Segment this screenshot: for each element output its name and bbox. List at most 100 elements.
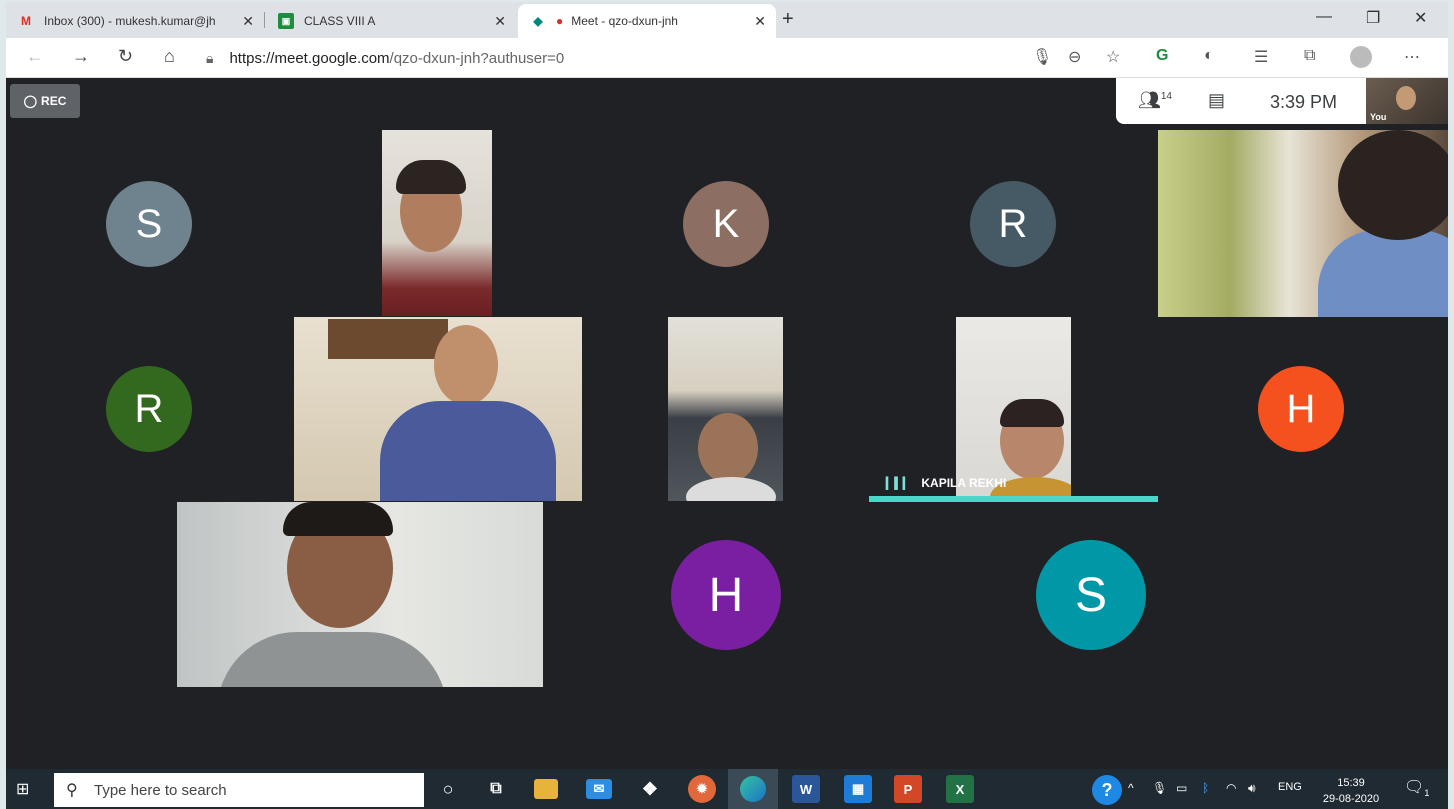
people-icon: 👥︎: [1138, 90, 1161, 110]
participant-video[interactable]: [1158, 130, 1448, 317]
lock-icon: 🔒︎: [206, 49, 214, 66]
participant-video[interactable]: [294, 317, 582, 501]
mic-tray-icon[interactable]: 🎙︎: [1152, 781, 1167, 795]
participant-avatar[interactable]: R: [970, 181, 1056, 267]
word-icon[interactable]: W: [792, 775, 820, 803]
notification-icon[interactable]: 🗨︎1: [1404, 777, 1429, 798]
participant-hair: [283, 502, 393, 536]
close-icon[interactable]: ✕: [494, 13, 506, 30]
browser-window: M Inbox (300) - mukesh.kumar@jh ✕ ▣ CLAS…: [6, 2, 1448, 809]
participant-face: [698, 413, 758, 483]
meet-top-bar: 👥︎14 ▤ 3:39 PM: [1116, 78, 1366, 124]
participant-video[interactable]: [382, 130, 492, 316]
record-icon: ◯: [23, 94, 38, 108]
participant-head: [1338, 130, 1448, 240]
clock-time: 15:39: [1337, 777, 1365, 789]
url-domain: https://meet.google.com: [229, 49, 390, 67]
mail-icon[interactable]: ✉: [586, 779, 612, 799]
restore-icon[interactable]: ❐: [1366, 8, 1380, 28]
windows-start-icon[interactable]: ⊞: [16, 779, 36, 799]
self-view-video[interactable]: You: [1366, 78, 1448, 124]
profile-avatar[interactable]: [1350, 46, 1372, 68]
participant-avatar[interactable]: H: [671, 540, 781, 650]
recording-badge: ◯ REC: [10, 84, 80, 118]
participant-shirt: [380, 401, 556, 501]
active-speaker-bar: [869, 496, 1158, 502]
calendar-icon[interactable]: ▦: [844, 775, 872, 803]
address-bar[interactable]: 🔒︎ https://meet.google.com /qzo-dxun-jnh…: [206, 44, 1126, 72]
chat-icon[interactable]: ▤: [1208, 90, 1225, 111]
forward-icon[interactable]: →: [72, 46, 90, 67]
participant-hair: [396, 160, 466, 194]
taskbar-search-box[interactable]: ⚲ Type here to search: [54, 773, 424, 807]
taskbar-clock[interactable]: 15:39 29-08-2020: [1316, 775, 1386, 807]
grammarly-icon[interactable]: G: [1156, 47, 1168, 65]
recording-dot-icon: ●: [556, 14, 564, 28]
file-explorer-icon[interactable]: [534, 779, 558, 799]
home-icon[interactable]: ⌂: [164, 46, 175, 67]
tab-classroom[interactable]: ▣ CLASS VIII A ✕: [266, 4, 516, 38]
favorite-icon[interactable]: ☆: [1106, 47, 1120, 67]
gmail-icon: M: [21, 14, 31, 28]
participant-face: [434, 325, 498, 405]
participant-video[interactable]: [177, 502, 543, 687]
back-icon[interactable]: ←: [26, 46, 44, 67]
dropbox-icon[interactable]: ❖: [636, 775, 664, 803]
new-tab-icon[interactable]: +: [782, 8, 794, 31]
participant-avatar[interactable]: K: [683, 181, 769, 267]
refresh-icon[interactable]: ↻: [118, 46, 133, 67]
task-view-icon[interactable]: ⧉: [482, 775, 510, 803]
recording-label: REC: [41, 94, 67, 108]
participant-avatar[interactable]: H: [1258, 366, 1344, 452]
participant-hair: [1000, 399, 1064, 427]
powerpoint-icon[interactable]: P: [894, 775, 922, 803]
tab-title: CLASS VIII A: [304, 14, 376, 28]
tab-meet[interactable]: ◆ ● Meet - qzo-dxun-jnh ✕: [518, 4, 776, 38]
participant-avatar[interactable]: R: [106, 366, 192, 452]
language-indicator[interactable]: ENG: [1278, 781, 1302, 793]
speaker-name: KAPILA REKHI: [921, 476, 1007, 490]
classroom-icon: ▣: [278, 13, 294, 29]
search-placeholder: Type here to search: [94, 781, 227, 799]
windows-taskbar: ⊞ ⚲ Type here to search ○ ⧉ ✉ ❖ ✹ W ▦ P …: [6, 769, 1448, 809]
tab-gmail[interactable]: M Inbox (300) - mukesh.kumar@jh ✕: [6, 4, 264, 38]
audio-level-icon: ▎▍▎: [886, 477, 912, 490]
participant-shirt: [686, 477, 776, 501]
speaker-name-chip: ▎▍▎ KAPILA REKHI: [876, 470, 1166, 496]
participant-avatar[interactable]: S: [106, 181, 192, 267]
chevron-up-icon[interactable]: ^: [1128, 781, 1134, 795]
help-icon[interactable]: ?: [1092, 775, 1122, 805]
participant-video[interactable]: [668, 317, 783, 501]
wifi-icon[interactable]: ◠: [1226, 781, 1236, 795]
tab-separator: [264, 12, 265, 28]
participant-face: [1396, 86, 1416, 110]
notification-count: 1: [1424, 788, 1430, 799]
favorites-icon[interactable]: ☰: [1254, 47, 1268, 67]
meet-icon: ◆: [533, 14, 543, 28]
volume-icon[interactable]: 🔊︎: [1248, 781, 1256, 796]
bluetooth-icon[interactable]: ᛒ: [1202, 781, 1209, 795]
url-path: /qzo-dxun-jnh?authuser=0: [389, 49, 565, 67]
microphone-icon[interactable]: 🎙︎: [1032, 47, 1052, 67]
close-icon[interactable]: ✕: [242, 13, 254, 30]
participant-avatar[interactable]: S: [1036, 540, 1146, 650]
more-icon[interactable]: ⋯: [1404, 47, 1420, 67]
collections-icon[interactable]: ⧉: [1304, 47, 1315, 65]
participant-count: 14: [1160, 91, 1172, 102]
battery-icon[interactable]: ▭: [1176, 781, 1187, 795]
tab-strip: M Inbox (300) - mukesh.kumar@jh ✕ ▣ CLAS…: [6, 2, 1448, 38]
meeting-time: 3:39 PM: [1270, 92, 1338, 112]
close-icon[interactable]: ✕: [754, 13, 766, 30]
excel-icon[interactable]: X: [946, 775, 974, 803]
minimize-icon[interactable]: —: [1316, 8, 1332, 26]
close-window-icon[interactable]: ✕: [1414, 8, 1427, 28]
tab-title: Meet - qzo-dxun-jnh: [571, 14, 678, 28]
zoom-icon[interactable]: ⊖: [1068, 47, 1081, 67]
participant-shirt: [217, 632, 447, 687]
self-label: You: [1370, 112, 1387, 122]
people-button[interactable]: 👥︎14: [1138, 90, 1172, 111]
extension-icon[interactable]: ◐: [1204, 47, 1214, 65]
settings-app-icon[interactable]: ✹: [688, 775, 716, 803]
edge-active-slot[interactable]: [728, 769, 778, 809]
cortana-icon[interactable]: ○: [434, 775, 462, 803]
